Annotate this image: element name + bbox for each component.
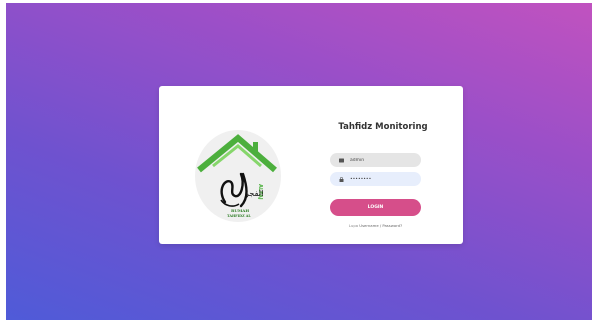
forgot-credentials: Lupa Username / Password? [330, 223, 421, 228]
user-icon [339, 158, 344, 162]
forgot-link[interactable]: Username / Password? [359, 223, 402, 228]
lock-icon [339, 176, 344, 182]
house-logo-icon: ALFAJ RUMAH TAHFIDZ AL الفجر [197, 134, 277, 218]
background: ALFAJ RUMAH TAHFIDZ AL الفجر Tahfidz Mon… [6, 3, 592, 320]
password-field[interactable] [330, 172, 421, 186]
login-button[interactable]: LOGIN [330, 199, 421, 216]
login-card: ALFAJ RUMAH TAHFIDZ AL الفجر Tahfidz Mon… [159, 86, 463, 244]
password-input[interactable] [350, 176, 410, 182]
forgot-prefix: Lupa [348, 223, 359, 228]
username-field[interactable] [330, 153, 421, 167]
logo: ALFAJ RUMAH TAHFIDZ AL الفجر [195, 130, 281, 222]
logo-calligraphy: الفجر [244, 189, 263, 198]
username-input[interactable] [350, 157, 410, 163]
logo-line2: TAHFIDZ AL [227, 214, 251, 218]
page-title: Tahfidz Monitoring [338, 122, 428, 132]
logo-line1: RUMAH [231, 208, 249, 213]
